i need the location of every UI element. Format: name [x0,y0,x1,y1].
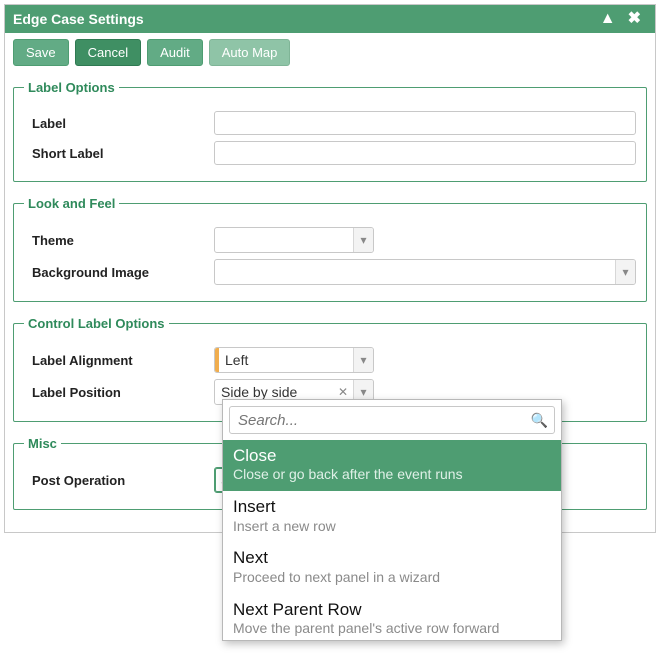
search-icon: 🔍 [531,412,548,429]
bgimage-combo[interactable]: ▾ [214,259,636,285]
theme-value [215,228,353,252]
position-label: Label Position [24,385,214,400]
alignment-label: Label Alignment [24,353,214,368]
save-button[interactable]: Save [13,39,69,66]
legend-label-options: Label Options [24,80,119,95]
postop-dropdown: 🔍 Close Close or go back after the event… [222,399,562,641]
automap-button[interactable]: Auto Map [209,39,291,66]
dropdown-option[interactable]: Next Parent Row Move the parent panel's … [223,594,561,640]
shortlabel-input[interactable] [214,141,636,165]
label-label: Label [24,116,214,131]
alignment-combo[interactable]: Left ▾ [214,347,374,373]
postop-label: Post Operation [24,473,214,488]
fieldset-look-and-feel: Look and Feel Theme ▾ Background Image ▾ [13,196,647,302]
collapse-up-icon[interactable]: ▲ [594,11,622,27]
option-desc: Proceed to next panel in a wizard [233,569,551,586]
legend-look-and-feel: Look and Feel [24,196,119,211]
legend-misc: Misc [24,436,61,451]
dropdown-list[interactable]: Close Close or go back after the event r… [223,440,561,640]
theme-combo[interactable]: ▾ [214,227,374,253]
dropdown-option[interactable]: Close Close or go back after the event r… [223,440,561,491]
option-desc: Insert a new row [233,518,551,535]
dropdown-option[interactable]: Insert Insert a new row [223,491,561,542]
bgimage-value [215,260,615,284]
option-title: Insert [233,497,551,517]
legend-control-label-options: Control Label Options [24,316,169,331]
option-title: Next Parent Row [233,600,551,620]
chevron-down-icon[interactable]: ▾ [615,260,635,284]
dropdown-search-input[interactable] [236,411,531,430]
option-title: Close [233,446,551,466]
close-icon[interactable]: ✖ [622,11,647,27]
fieldset-label-options: Label Options Label Short Label [13,80,647,182]
alignment-value: Left [219,348,353,372]
option-desc: Move the parent panel's active row forwa… [233,620,551,637]
dropdown-option[interactable]: Next Proceed to next panel in a wizard [223,542,561,593]
theme-label: Theme [24,233,214,248]
titlebar: Edge Case Settings ▲ ✖ [5,5,655,33]
bgimage-label: Background Image [24,265,214,280]
option-title: Next [233,548,551,568]
chevron-down-icon[interactable]: ▾ [353,228,373,252]
label-input[interactable] [214,111,636,135]
option-desc: Close or go back after the event runs [233,466,551,483]
audit-button[interactable]: Audit [147,39,203,66]
shortlabel-label: Short Label [24,146,214,161]
chevron-down-icon[interactable]: ▾ [353,348,373,372]
cancel-button[interactable]: Cancel [75,39,141,66]
toolbar: Save Cancel Audit Auto Map [5,33,655,72]
dropdown-search[interactable]: 🔍 [229,406,555,434]
window-title: Edge Case Settings [13,11,594,27]
